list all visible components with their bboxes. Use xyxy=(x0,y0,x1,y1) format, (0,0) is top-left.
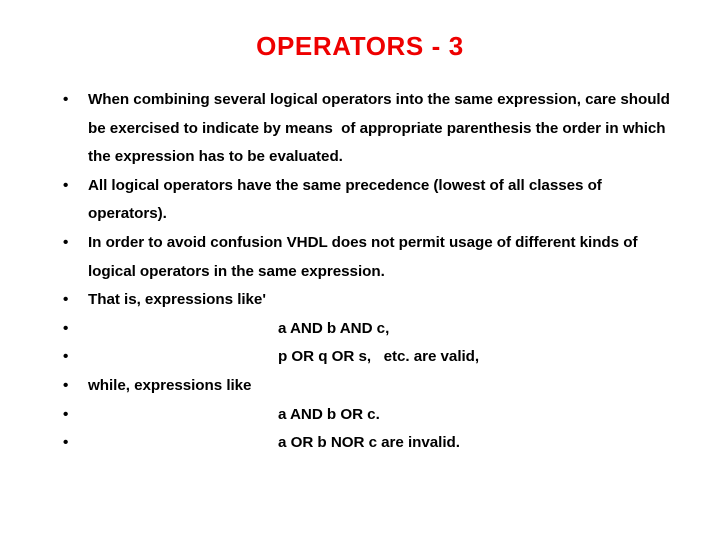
list-item-text: When combining several logical operators… xyxy=(88,91,674,166)
list-item: • In order to avoid confusion VHDL does n… xyxy=(58,229,670,286)
list-item: • p OR q OR s, etc. are valid, xyxy=(58,343,670,372)
list-item-text: a OR b NOR c are invalid. xyxy=(278,434,460,452)
list-item: • a OR b NOR c are invalid. xyxy=(58,429,670,458)
bullet-point-icon: • xyxy=(63,434,69,452)
bullet-point-icon: • xyxy=(63,319,69,337)
list-item-text: All logical operators have the same prec… xyxy=(88,176,606,223)
list-item-text: while, expressions like xyxy=(88,376,252,394)
bullet-list: • When combining several logical operator… xyxy=(58,86,670,458)
bullet-point-icon: • xyxy=(63,176,69,194)
list-item: • All logical operators have the same pre… xyxy=(58,172,670,229)
bullet-point-icon: • xyxy=(63,376,69,394)
list-item-text: a AND b OR c. xyxy=(278,405,380,423)
bullet-point-icon: • xyxy=(63,348,69,366)
bullet-point-icon: • xyxy=(63,233,69,251)
list-item-text: p OR q OR s, etc. are valid, xyxy=(278,348,480,366)
list-item-text: In order to avoid confusion VHDL does no… xyxy=(88,233,642,280)
list-item-text: a AND b AND c, xyxy=(278,319,390,337)
list-item: • while, expressions like xyxy=(58,372,670,401)
list-item: • a AND b OR c. xyxy=(58,401,670,430)
bullet-point-icon: • xyxy=(63,91,69,108)
list-item-text: That is, expressions like' xyxy=(88,291,266,309)
bullet-point-icon: • xyxy=(63,405,69,423)
page-title: OPERATORS - 3 xyxy=(256,31,464,61)
bullet-point-icon: • xyxy=(63,291,69,309)
list-item: • When combining several logical operator… xyxy=(58,86,670,172)
slide-canvas: OPERATORS - 3 • When combining several lo… xyxy=(0,0,720,540)
list-item: • a AND b AND c, xyxy=(58,315,670,344)
list-item: • That is, expressions like' xyxy=(58,286,670,315)
